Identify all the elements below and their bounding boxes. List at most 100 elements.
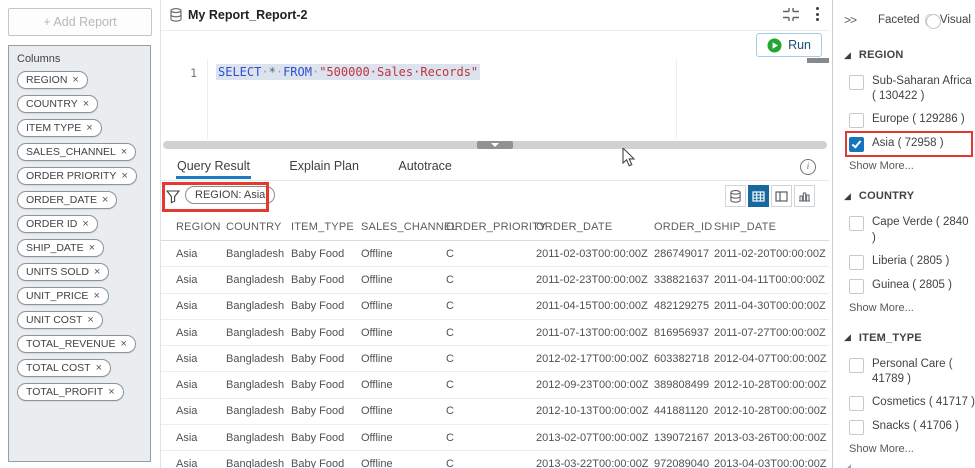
- column-pill[interactable]: ORDER ID ×: [17, 215, 98, 233]
- remove-column-icon[interactable]: ×: [120, 338, 126, 350]
- column-header[interactable]: SHIP_DATE: [714, 221, 829, 233]
- table-cell[interactable]: Offline: [361, 274, 446, 286]
- table-cell[interactable]: Baby Food: [291, 274, 361, 286]
- table-cell[interactable]: 2011-04-30T00:00:00Z: [714, 300, 829, 312]
- table-cell[interactable]: Offline: [361, 248, 446, 260]
- table-cell[interactable]: 972089040: [654, 458, 714, 468]
- table-cell[interactable]: Asia: [176, 379, 226, 391]
- collapse-pane-icon[interactable]: [782, 7, 800, 22]
- table-cell[interactable]: C: [446, 405, 536, 417]
- table-cell[interactable]: 816956937: [654, 327, 714, 339]
- column-header[interactable]: ORDER_DATE: [536, 221, 654, 233]
- table-row[interactable]: Asia Bangladesh Baby Food Offline C 2011-04-1…: [161, 294, 829, 320]
- table-cell[interactable]: C: [446, 353, 536, 365]
- column-header[interactable]: REGION: [176, 221, 226, 233]
- grid-view-icon[interactable]: [748, 185, 769, 207]
- show-more-link[interactable]: Show More...: [849, 160, 975, 172]
- tab-explain-plan[interactable]: Explain Plan: [288, 152, 360, 179]
- table-row[interactable]: Asia Bangladesh Baby Food Offline C 2011-02-2…: [161, 267, 829, 294]
- facet-group-header-region[interactable]: ◢ REGION: [844, 49, 975, 61]
- checkbox-unchecked[interactable]: [849, 254, 864, 270]
- table-cell[interactable]: Baby Food: [291, 300, 361, 312]
- table-cell[interactable]: Asia: [176, 248, 226, 260]
- table-cell[interactable]: Baby Food: [291, 379, 361, 391]
- show-more-link[interactable]: Show More...: [849, 443, 975, 455]
- checkbox-checked[interactable]: [849, 137, 864, 153]
- info-icon[interactable]: i: [800, 159, 816, 175]
- remove-column-icon[interactable]: ×: [108, 386, 114, 398]
- table-cell[interactable]: Asia: [176, 432, 226, 444]
- table-cell[interactable]: Baby Food: [291, 405, 361, 417]
- column-pill[interactable]: ORDER_DATE ×: [17, 191, 118, 209]
- table-cell[interactable]: C: [446, 248, 536, 260]
- table-cell[interactable]: 2011-07-27T00:00:00Z: [714, 327, 829, 339]
- table-cell[interactable]: Asia: [176, 327, 226, 339]
- table-cell[interactable]: Bangladesh: [226, 300, 291, 312]
- remove-column-icon[interactable]: ×: [72, 74, 78, 86]
- table-cell[interactable]: Bangladesh: [226, 458, 291, 468]
- table-cell[interactable]: 2012-09-23T00:00:00Z: [536, 379, 654, 391]
- table-cell[interactable]: 2011-04-11T00:00:00Z: [714, 274, 829, 286]
- table-cell[interactable]: Offline: [361, 458, 446, 468]
- remove-column-icon[interactable]: ×: [94, 266, 100, 278]
- table-cell[interactable]: Bangladesh: [226, 379, 291, 391]
- table-cell[interactable]: Bangladesh: [226, 432, 291, 444]
- table-cell[interactable]: 139072167: [654, 432, 714, 444]
- table-cell[interactable]: C: [446, 300, 536, 312]
- table-row[interactable]: Asia Bangladesh Baby Food Offline C 2012-09-2…: [161, 372, 829, 399]
- column-header[interactable]: COUNTRY: [226, 221, 291, 233]
- column-pill[interactable]: ITEM TYPE ×: [17, 119, 102, 137]
- facet-item-label[interactable]: Cape Verde ( 2840 ): [872, 215, 975, 245]
- table-cell[interactable]: 2013-04-03T00:00:00Z: [714, 458, 829, 468]
- table-row[interactable]: Asia Bangladesh Baby Food Offline C 2013-03-2…: [161, 451, 829, 468]
- checkbox-unchecked[interactable]: [849, 420, 864, 436]
- table-cell[interactable]: 2013-03-26T00:00:00Z: [714, 432, 829, 444]
- table-row[interactable]: Asia Bangladesh Baby Food Offline C 2011-07-1…: [161, 320, 829, 347]
- table-cell[interactable]: Baby Food: [291, 327, 361, 339]
- remove-column-icon[interactable]: ×: [96, 362, 102, 374]
- table-cell[interactable]: Bangladesh: [226, 353, 291, 365]
- facet-item-label[interactable]: Personal Care ( 41789 ): [872, 357, 975, 387]
- chart-view-icon[interactable]: [794, 185, 815, 207]
- checkbox-unchecked[interactable]: [849, 357, 864, 373]
- more-actions-icon[interactable]: [812, 6, 823, 22]
- column-pill[interactable]: COUNTRY ×: [17, 95, 99, 113]
- table-cell[interactable]: Asia: [176, 405, 226, 417]
- sql-editor[interactable]: 1 SELECT·*·FROM·"500000·Sales·Records": [161, 58, 829, 139]
- remove-column-icon[interactable]: ×: [93, 290, 99, 302]
- table-cell[interactable]: 2013-02-07T00:00:00Z: [536, 432, 654, 444]
- table-cell[interactable]: Bangladesh: [226, 327, 291, 339]
- column-pill[interactable]: TOTAL_REVENUE ×: [17, 335, 136, 353]
- table-cell[interactable]: Bangladesh: [226, 274, 291, 286]
- table-cell[interactable]: Baby Food: [291, 353, 361, 365]
- remove-column-icon[interactable]: ×: [121, 146, 127, 158]
- table-cell[interactable]: Offline: [361, 327, 446, 339]
- remove-column-icon[interactable]: ×: [89, 242, 95, 254]
- add-report-button[interactable]: + Add Report: [8, 8, 152, 36]
- table-cell[interactable]: C: [446, 379, 536, 391]
- facet-item-label[interactable]: Cosmetics ( 41717 ): [872, 395, 975, 410]
- checkbox-unchecked[interactable]: [849, 216, 864, 232]
- table-cell[interactable]: Asia: [176, 300, 226, 312]
- table-cell[interactable]: C: [446, 327, 536, 339]
- table-cell[interactable]: 482129275: [654, 300, 714, 312]
- facet-item-label[interactable]: Liberia ( 2805 ): [872, 254, 975, 269]
- table-row[interactable]: Asia Bangladesh Baby Food Offline C 2012-02-1…: [161, 346, 829, 373]
- table-cell[interactable]: Offline: [361, 432, 446, 444]
- table-cell[interactable]: 2011-02-20T00:00:00Z: [714, 248, 829, 260]
- table-cell[interactable]: Baby Food: [291, 432, 361, 444]
- remove-column-icon[interactable]: ×: [82, 218, 88, 230]
- editor-scrollbar-thumb[interactable]: [807, 58, 829, 63]
- facet-group-header-item_type[interactable]: ◢ ITEM_TYPE: [844, 332, 975, 344]
- table-cell[interactable]: 2012-10-13T00:00:00Z: [536, 405, 654, 417]
- facet-item-label[interactable]: Guinea ( 2805 ): [872, 278, 975, 293]
- remove-column-icon[interactable]: ×: [87, 314, 93, 326]
- table-cell[interactable]: 2013-03-22T00:00:00Z: [536, 458, 654, 468]
- tab-query-result[interactable]: Query Result: [176, 152, 251, 179]
- checkbox-unchecked[interactable]: [849, 75, 864, 90]
- column-header[interactable]: ITEM_TYPE: [291, 221, 361, 233]
- table-cell[interactable]: 2011-04-15T00:00:00Z: [536, 300, 654, 312]
- table-row[interactable]: Asia Bangladesh Baby Food Offline C 2013-02-0…: [161, 425, 829, 452]
- table-cell[interactable]: 286749017: [654, 248, 714, 260]
- column-pill[interactable]: SALES_CHANNEL ×: [17, 143, 137, 161]
